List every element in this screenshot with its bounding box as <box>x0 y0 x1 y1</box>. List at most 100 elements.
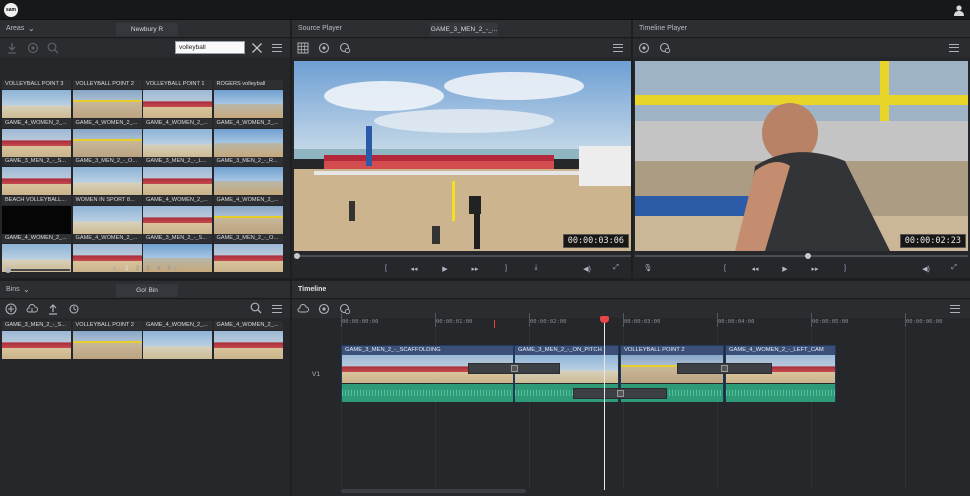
areas-tab[interactable]: Newbury R <box>116 23 178 36</box>
globe-icon[interactable] <box>318 42 330 54</box>
menu-icon[interactable] <box>272 44 282 52</box>
user-icon[interactable] <box>953 4 965 16</box>
page-1[interactable]: 1 <box>125 265 129 272</box>
fullscreen-icon[interactable]: ⤢ <box>946 264 962 272</box>
app-logo[interactable]: sam <box>4 3 18 17</box>
next-page-icon[interactable]: › <box>174 263 177 273</box>
thumbnail-item[interactable]: VOLLEYBALL POINT 2 <box>72 321 142 359</box>
thumbnail-item[interactable]: GAME_4_WOMEN_2_... <box>2 118 71 157</box>
thumbnail-item[interactable]: GAME_4_WOMEN_2_... <box>213 195 283 234</box>
source-player-header: Source Player GAME_3_MEN_2_-_... <box>292 20 631 38</box>
menu-icon[interactable] <box>613 44 623 52</box>
areas-scroll-track[interactable] <box>8 269 70 271</box>
areas-panel: Areas ⌄ Newbury R VOLLEYBALL POINT 3VOLL… <box>0 20 290 278</box>
fullscreen-icon[interactable]: ⤢ <box>608 264 624 272</box>
ruler-label: 00:00:02:00 <box>530 319 567 325</box>
source-playhead-handle[interactable] <box>294 253 301 259</box>
thumbnail-item[interactable]: VOLLEYBALL POINT 2 <box>72 80 142 118</box>
volume-icon[interactable]: ◀) <box>918 265 934 273</box>
download-icon[interactable] <box>6 42 18 54</box>
play-icon[interactable]: ▶ <box>437 265 453 273</box>
thumbnail-item[interactable]: GAME_4_WOMEN_2_... <box>72 118 142 157</box>
timeline-video[interactable]: 00:00:02:23 <box>635 61 968 251</box>
download-icon[interactable]: ⤓ <box>528 264 544 272</box>
areas-title[interactable]: Areas <box>6 25 24 32</box>
mark-out-icon[interactable]: ] <box>498 265 514 272</box>
areas-scroll-handle[interactable] <box>5 267 11 273</box>
microphone-icon[interactable]: 🎙 <box>640 264 656 272</box>
upload-icon[interactable] <box>47 303 59 315</box>
thumbnail-item[interactable]: VOLLEYBALL POINT 3 <box>2 80 71 118</box>
close-icon[interactable] <box>251 42 263 54</box>
thumbnail-item[interactable]: GAME_3_MEN_2_-_O... <box>213 234 283 273</box>
menu-icon[interactable] <box>950 305 960 313</box>
thumbnail-item[interactable]: BEACH VOLLEYBALL... <box>2 195 71 234</box>
step-forward-icon[interactable]: ▸▸ <box>467 265 483 273</box>
thumbnail-label: VOLLEYBALL POINT 2 <box>72 80 142 89</box>
playhead-line[interactable] <box>604 318 605 490</box>
step-back-icon[interactable]: ◂◂ <box>406 265 422 273</box>
thumbnail-item[interactable]: GAME_4_WOMEN_2_... <box>213 118 283 157</box>
thumbnail-label: GAME_3_MEN_2_-_S... <box>143 234 212 244</box>
cloud-upload-icon[interactable] <box>26 303 38 315</box>
thumbnail-image <box>2 331 71 359</box>
volume-icon[interactable]: ◀) <box>579 265 595 273</box>
play-icon[interactable]: ▶ <box>777 265 793 273</box>
timeline-scrollbar[interactable] <box>341 489 526 493</box>
mark-out-icon[interactable]: ] <box>837 265 853 272</box>
transition-marker[interactable] <box>573 388 667 399</box>
sync-icon[interactable] <box>47 42 59 54</box>
cloud-upload-icon[interactable] <box>297 303 309 315</box>
timeline-scrub-bar[interactable] <box>635 255 968 257</box>
thumbnail-item[interactable]: GAME_3_MEN_2_-_L... <box>143 157 212 196</box>
transition-marker[interactable] <box>468 363 560 374</box>
source-timecode: 00:00:03:06 <box>562 234 629 248</box>
add-icon[interactable] <box>5 303 17 315</box>
sync-icon[interactable] <box>659 42 671 54</box>
thumbnail-item[interactable]: GAME_3_MEN_2_-_O... <box>72 157 142 196</box>
prev-page-icon[interactable]: ‹ <box>113 263 116 273</box>
sync-icon[interactable] <box>68 303 80 315</box>
thumbnail-item[interactable]: GAME_3_MEN_2_-_S... <box>2 157 71 196</box>
page-5[interactable]: 5 <box>167 265 171 272</box>
mark-in-icon[interactable]: [ <box>717 265 733 272</box>
bins-tab[interactable]: Go! Bin <box>116 284 178 297</box>
clip-label: GAME_3_MEN_2_-_SCAFFOLDING <box>342 346 513 355</box>
thumbnail-item[interactable]: ROGERS volleyball <box>213 80 283 118</box>
globe-icon[interactable] <box>27 42 39 54</box>
page-2[interactable]: 2 <box>136 265 140 272</box>
step-back-icon[interactable]: ◂◂ <box>747 265 763 273</box>
page-4[interactable]: 4 <box>157 265 161 272</box>
page-3[interactable]: 3 <box>146 265 150 272</box>
grid-icon[interactable] <box>297 42 309 54</box>
thumbnail-item[interactable]: WOMEN IN SPORT 8... <box>72 195 142 234</box>
thumbnail-item[interactable]: GAME_4_WOMEN_2_... <box>2 234 71 273</box>
source-video[interactable]: 00:00:03:06 <box>294 61 631 251</box>
thumbnail-item[interactable]: GAME_4_WOMEN_2_... <box>143 118 212 157</box>
menu-icon[interactable] <box>949 44 959 52</box>
thumbnail-label: GAME_4_WOMEN_2_... <box>72 234 142 244</box>
mark-in-icon[interactable]: [ <box>378 265 394 272</box>
search-input[interactable] <box>175 41 245 54</box>
timeline-playhead-handle[interactable] <box>805 253 812 259</box>
thumbnail-label: GAME_4_WOMEN_2_... <box>2 118 71 128</box>
source-clip-tab[interactable]: GAME_3_MEN_2_-_... <box>430 23 498 36</box>
thumbnail-item[interactable]: GAME_4_WOMEN_2_... <box>143 321 212 359</box>
chevron-down-icon[interactable]: ⌄ <box>28 24 35 33</box>
search-icon[interactable] <box>250 302 262 314</box>
thumbnail-item[interactable]: GAME_3_MEN_2_-_R... <box>213 157 283 196</box>
sync-icon[interactable] <box>339 42 351 54</box>
globe-icon[interactable] <box>638 42 650 54</box>
bins-title[interactable]: Bins <box>6 286 20 293</box>
playhead-handle[interactable] <box>600 316 609 323</box>
thumbnail-item[interactable]: GAME_3_MEN_2_-_S... <box>2 321 71 359</box>
menu-icon[interactable] <box>272 305 282 313</box>
globe-icon[interactable] <box>318 303 330 315</box>
thumbnail-item[interactable]: GAME_4_WOMEN_2_... <box>213 321 283 359</box>
chevron-down-icon[interactable]: ⌄ <box>23 285 30 294</box>
thumbnail-item[interactable]: GAME_4_WOMEN_2_... <box>143 195 212 234</box>
step-forward-icon[interactable]: ▸▸ <box>807 265 823 273</box>
source-scrub-bar[interactable] <box>294 255 631 257</box>
thumbnail-item[interactable]: VOLLEYBALL POINT 1 <box>143 80 212 118</box>
transition-marker[interactable] <box>677 363 772 374</box>
